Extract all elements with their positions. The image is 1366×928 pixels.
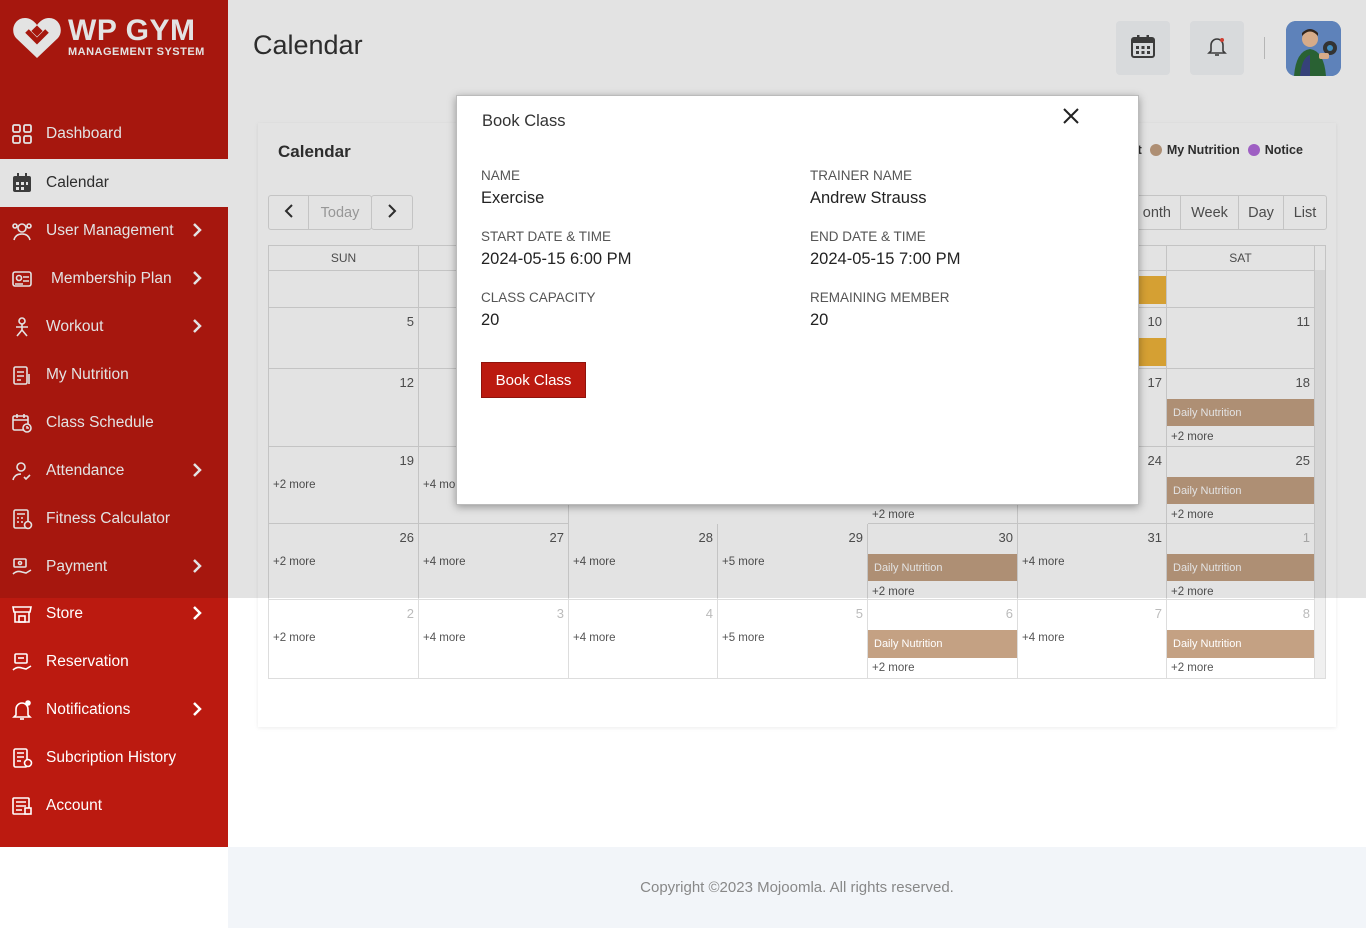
day-cell[interactable]: 5 +5 more	[718, 600, 868, 679]
day-number: 3	[556, 606, 564, 621]
day-cell[interactable]: 3 +4 more	[419, 600, 569, 679]
name-value: Exercise	[481, 189, 545, 207]
sidebar-item-label: Account	[46, 797, 103, 814]
trainer-value: Andrew Strauss	[810, 189, 927, 207]
sidebar-item-label: Reservation	[46, 653, 129, 670]
end-value: 2024-05-15 7:00 PM	[810, 250, 961, 268]
end-label: END DATE & TIME	[810, 229, 926, 244]
chevron-right-icon	[192, 702, 202, 721]
more-link[interactable]: +2 more	[1171, 662, 1214, 674]
event-daily-nutrition[interactable]: Daily Nutrition	[868, 630, 1017, 658]
sidebar-item-notifications[interactable]: Notifications	[0, 686, 228, 734]
day-number: 2	[406, 606, 414, 621]
day-number: 7	[1154, 606, 1162, 621]
account-icon	[10, 794, 34, 818]
chevron-right-icon	[192, 606, 202, 625]
day-number: 5	[855, 606, 863, 621]
bell-icon	[10, 698, 34, 722]
start-value: 2024-05-15 6:00 PM	[481, 250, 632, 268]
book-class-button[interactable]: Book Class	[481, 362, 586, 398]
day-number: 6	[1005, 606, 1013, 621]
trainer-label: TRAINER NAME	[810, 168, 913, 183]
day-cell[interactable]: 6 Daily Nutrition +2 more	[868, 600, 1018, 679]
book-class-modal: Book Class NAME Exercise TRAINER NAME An…	[456, 95, 1139, 505]
name-label: NAME	[481, 168, 521, 183]
capacity-label: CLASS CAPACITY	[481, 290, 596, 305]
more-link[interactable]: +4 more	[1022, 632, 1065, 644]
capacity-value: 20	[481, 311, 500, 329]
close-icon[interactable]	[1059, 104, 1083, 128]
modal-title: Book Class	[482, 112, 566, 130]
remaining-label: REMAINING MEMBER	[810, 290, 950, 305]
reservation-icon	[10, 650, 34, 674]
footer: Copyright ©2023 Mojoomla. All rights res…	[228, 847, 1366, 928]
more-link[interactable]: +4 more	[423, 632, 466, 644]
sidebar-item-reservation[interactable]: Reservation	[0, 638, 228, 686]
day-cell[interactable]: 8 Daily Nutrition +2 more	[1167, 600, 1315, 679]
day-cell[interactable]: 7 +4 more	[1018, 600, 1167, 679]
store-icon	[10, 602, 34, 626]
remaining-value: 20	[810, 311, 829, 329]
sidebar-item-label: Notifications	[46, 701, 131, 718]
day-cell[interactable]: 2 +2 more	[269, 600, 419, 679]
history-icon	[10, 746, 34, 770]
sidebar-item-subscription-history[interactable]: Subcription History	[0, 734, 228, 782]
more-link[interactable]: +4 more	[573, 632, 616, 644]
event-daily-nutrition[interactable]: Daily Nutrition	[1167, 630, 1314, 658]
start-label: START DATE & TIME	[481, 229, 612, 244]
day-cell[interactable]: 4 +4 more	[569, 600, 718, 679]
sidebar-item-label: Subcription History	[46, 749, 177, 766]
more-link[interactable]: +2 more	[273, 632, 316, 644]
copyright-text: Copyright ©2023 Mojoomla. All rights res…	[640, 879, 954, 896]
more-link[interactable]: +5 more	[722, 632, 765, 644]
day-number: 4	[705, 606, 713, 621]
sidebar-item-label: Store	[46, 605, 84, 622]
more-link[interactable]: +2 more	[872, 662, 915, 674]
sidebar-item-account[interactable]: Account	[0, 782, 228, 830]
day-number: 8	[1302, 606, 1310, 621]
